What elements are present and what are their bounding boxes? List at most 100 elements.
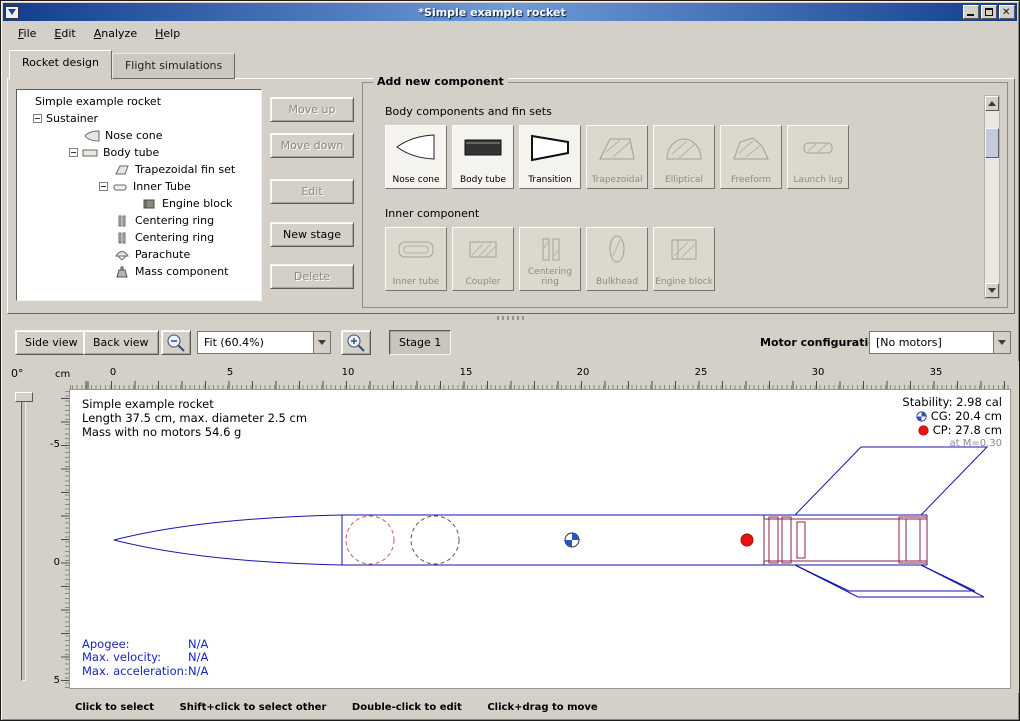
parachute-outline[interactable] [346, 516, 394, 564]
scrollbar-thumb[interactable] [985, 128, 999, 158]
tree-item-engine-block[interactable]: Engine block [17, 195, 261, 212]
max-acceleration-label: Max. acceleration: [82, 665, 188, 679]
rocket-name: Simple example rocket [82, 397, 307, 411]
centering-ring-icon [114, 215, 130, 227]
tree-item-rocket[interactable]: Simple example rocket [17, 93, 261, 110]
tree-item-label: Nose cone [105, 129, 162, 142]
menu-edit[interactable]: Edit [45, 24, 84, 43]
add-elliptical-fin-button[interactable]: Elliptical [653, 125, 715, 189]
motor-configuration-select[interactable]: [No motors] [869, 331, 1011, 354]
move-up-button[interactable]: Move up [270, 97, 354, 122]
menu-file[interactable]: File [9, 24, 45, 43]
ruler-tick-label: 5 [42, 675, 60, 686]
ruler-tick-label: -5 [42, 439, 60, 450]
body-tube-icon [459, 130, 507, 164]
component-tree[interactable]: Simple example rocket Sustainer Nose con… [16, 89, 262, 301]
tree-item-centering-ring-2[interactable]: Centering ring [17, 229, 261, 246]
add-centering-ring-button[interactable]: Centering ring [519, 227, 581, 291]
minimize-button[interactable] [963, 5, 979, 19]
rocket-view-region: 0° cm 0 5 10 15 20 25 30 35 -5 0 5 [3, 361, 1019, 693]
bulkhead-icon [593, 232, 641, 266]
tab-flight-simulations[interactable]: Flight simulations [112, 53, 235, 79]
design-panel: Simple example rocket Sustainer Nose con… [7, 78, 1015, 314]
tree-item-centering-ring-1[interactable]: Centering ring [17, 212, 261, 229]
inner-tube-icon [112, 181, 128, 193]
window-title: *Simple example rocket [23, 6, 961, 19]
motor-mount-assembly[interactable] [764, 517, 927, 563]
chevron-down-icon[interactable] [993, 332, 1010, 353]
side-view-button[interactable]: Side view [15, 330, 88, 355]
tree-item-label: Engine block [162, 197, 232, 210]
add-body-tube-button[interactable]: Body tube [452, 125, 514, 189]
add-component-scrollbar[interactable] [984, 95, 1000, 299]
zoom-select[interactable]: Fit (60.4%) [197, 331, 331, 354]
tree-item-body-tube[interactable]: Body tube [17, 144, 261, 161]
zoom-out-icon [162, 331, 190, 354]
move-down-button[interactable]: Move down [270, 133, 354, 158]
scroll-up-icon[interactable] [985, 96, 999, 111]
delete-button[interactable]: Delete [270, 264, 354, 289]
maximize-button[interactable] [981, 5, 997, 19]
tree-item-parachute[interactable]: Parachute [17, 246, 261, 263]
ruler-tick-label: 30 [806, 367, 830, 378]
mass-component-outline[interactable] [411, 516, 459, 564]
tab-rocket-design[interactable]: Rocket design [9, 50, 112, 80]
tree-item-fin-set[interactable]: Trapezoidal fin set [17, 161, 261, 178]
add-freeform-fin-button[interactable]: Freeform [720, 125, 782, 189]
cp-value: CP: 27.8 cm [933, 423, 1002, 437]
nose-cone-icon [84, 130, 100, 142]
rocket-canvas[interactable]: Simple example rocket Length 37.5 cm, ma… [69, 389, 1011, 689]
add-launch-lug-button[interactable]: Launch lug [787, 125, 849, 189]
stage-1-toggle[interactable]: Stage 1 [389, 330, 451, 355]
tree-item-label: Centering ring [135, 231, 214, 244]
tree-item-label: Trapezoidal fin set [135, 163, 235, 176]
zoom-in-button[interactable] [341, 330, 371, 355]
tree-item-mass-component[interactable]: Mass component [17, 263, 261, 280]
add-bulkhead-button[interactable]: Bulkhead [586, 227, 648, 291]
launch-lug-icon [794, 130, 842, 164]
rotation-slider[interactable] [21, 393, 26, 681]
rotation-angle-label: 0° [11, 367, 24, 380]
cg-value: CG: 20.4 cm [931, 409, 1002, 423]
edit-button[interactable]: Edit [270, 179, 354, 204]
ruler-tick-label: 0 [42, 557, 60, 568]
tree-item-sustainer[interactable]: Sustainer [17, 110, 261, 127]
zoom-out-button[interactable] [161, 330, 191, 355]
app-icon[interactable] [5, 6, 19, 19]
menu-analyze[interactable]: Analyze [85, 24, 146, 43]
add-engine-block-button[interactable]: Engine block [653, 227, 715, 291]
collapse-icon[interactable] [33, 114, 42, 123]
add-trapezoidal-fin-button[interactable]: Trapezoidal [586, 125, 648, 189]
tree-item-inner-tube[interactable]: Inner Tube [17, 178, 261, 195]
ruler-tick-label: 35 [924, 367, 948, 378]
add-inner-tube-button[interactable]: Inner tube [385, 227, 447, 291]
hint-double-click: Double-click to edit [352, 702, 462, 713]
tree-item-label: Parachute [135, 248, 190, 261]
add-coupler-button[interactable]: Coupler [452, 227, 514, 291]
rocket-info: Simple example rocket Length 37.5 cm, ma… [82, 397, 307, 439]
add-transition-button[interactable]: Transition [519, 125, 581, 189]
cp-marker[interactable] [741, 534, 753, 546]
cg-icon [916, 411, 927, 422]
rocket-mass: Mass with no motors 54.6 g [82, 425, 307, 439]
cg-marker[interactable] [565, 533, 579, 547]
collapse-icon[interactable] [99, 182, 108, 191]
splitter-handle[interactable] [497, 316, 527, 320]
collapse-icon[interactable] [69, 148, 78, 157]
parachute-icon [114, 249, 130, 261]
scroll-down-icon[interactable] [985, 283, 999, 298]
close-button[interactable]: ✕ [999, 5, 1015, 19]
max-acceleration-value: N/A [188, 664, 208, 678]
status-bar: Click to select Shift+click to select ot… [3, 695, 1017, 719]
menu-help[interactable]: Help [146, 24, 189, 43]
chevron-down-icon[interactable] [313, 332, 330, 353]
rotation-slider-handle[interactable] [15, 392, 33, 402]
tree-item-nose-cone[interactable]: Nose cone [17, 127, 261, 144]
engine-block-icon [660, 232, 708, 266]
add-nose-cone-button[interactable]: Nose cone [385, 125, 447, 189]
title-bar[interactable]: *Simple example rocket ✕ [3, 3, 1017, 21]
ruler-tick-label: 25 [689, 367, 713, 378]
back-view-button[interactable]: Back view [83, 330, 159, 355]
ruler-tick-label: 0 [101, 367, 125, 378]
new-stage-button[interactable]: New stage [270, 222, 354, 247]
